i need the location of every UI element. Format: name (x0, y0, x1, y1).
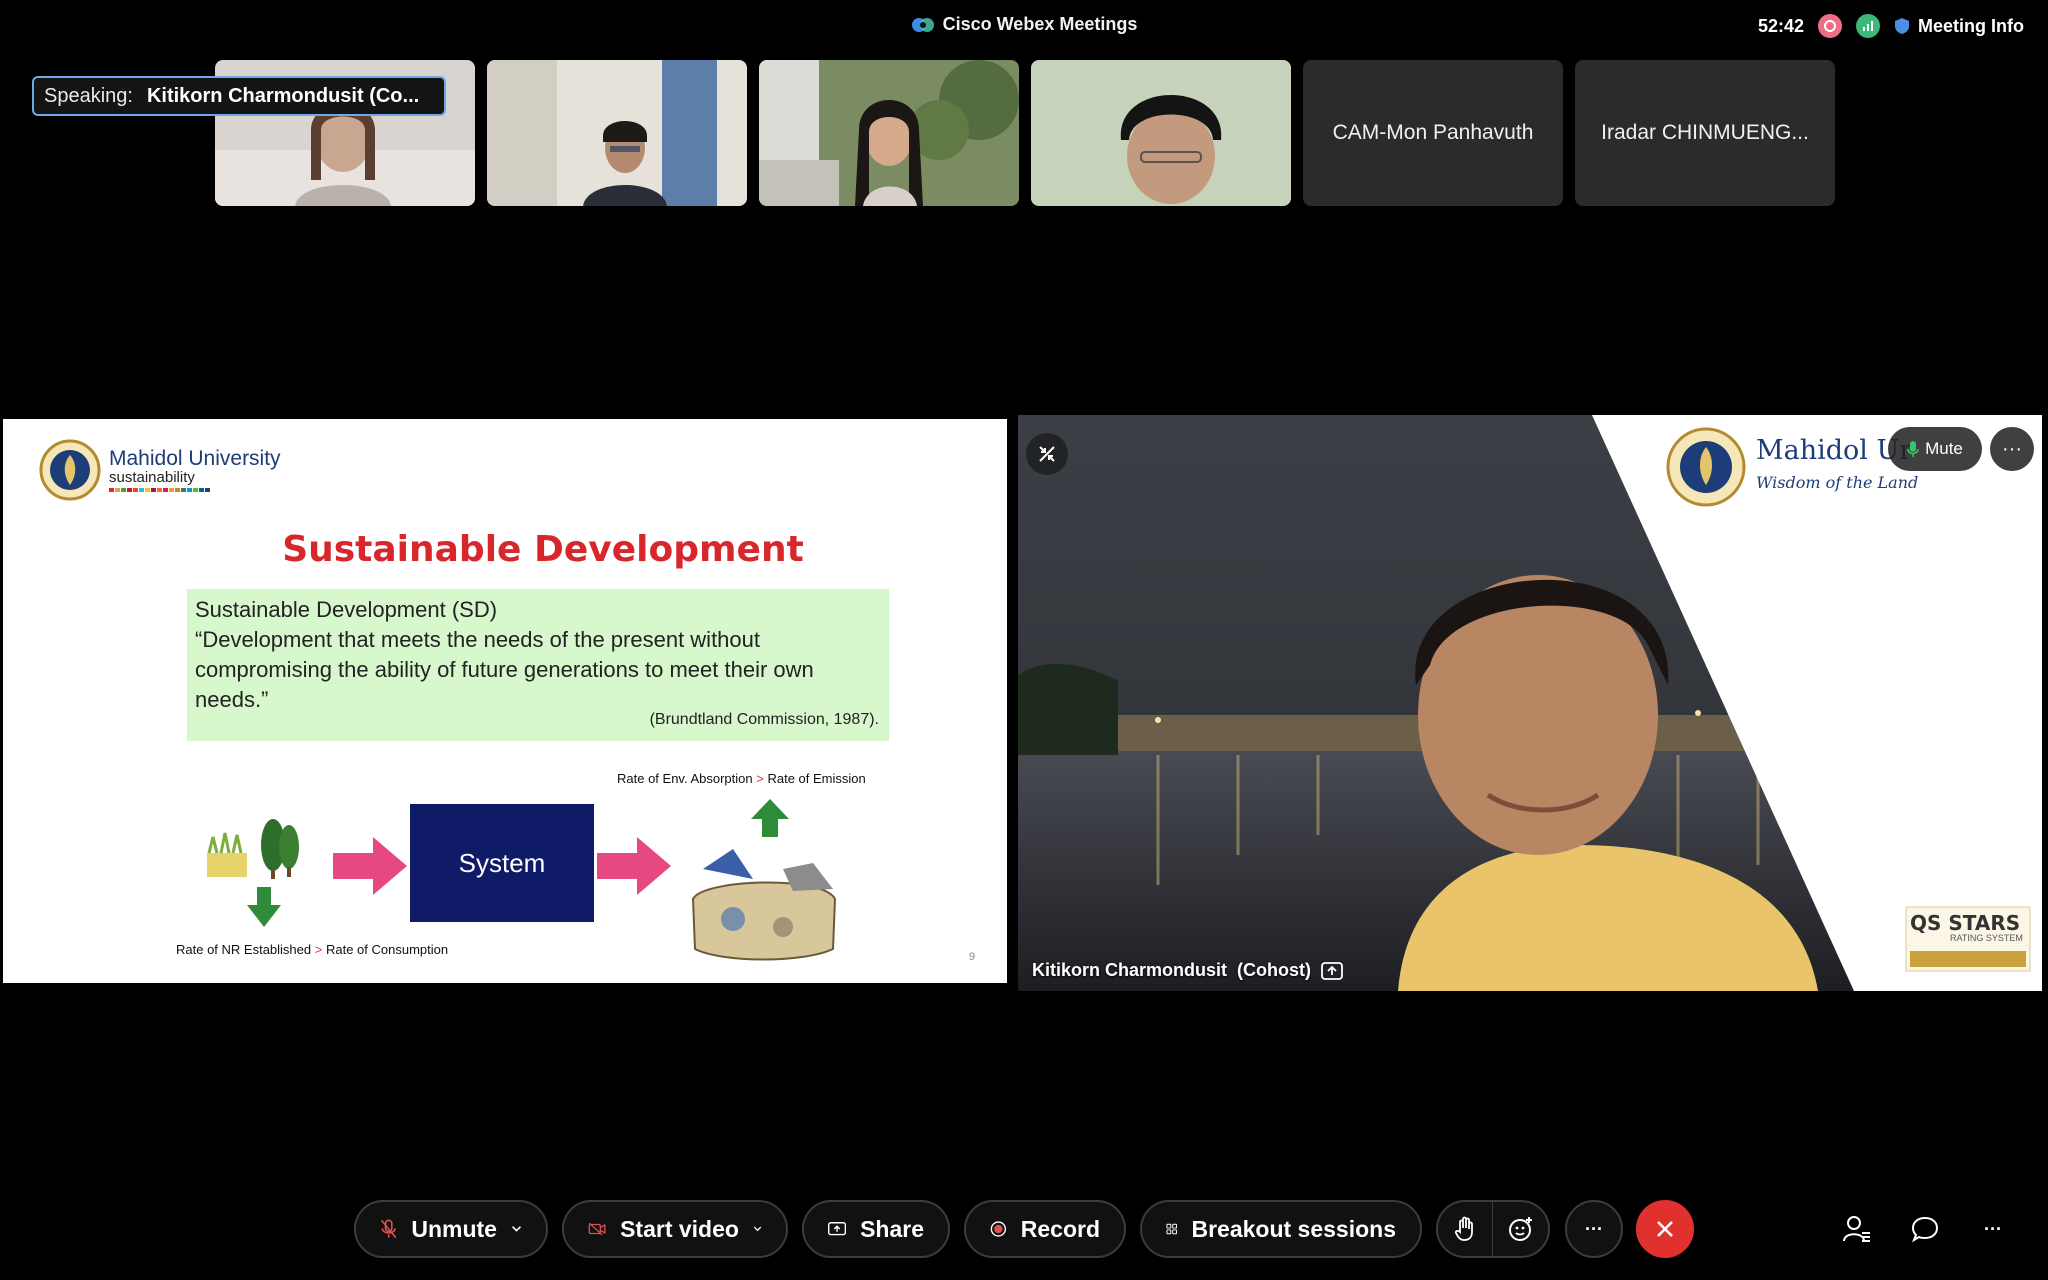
slide-page-number: 9 (968, 951, 975, 963)
participant-name: CAM-Mon Panhavuth (1332, 121, 1534, 144)
chevron-down-icon[interactable] (511, 1224, 522, 1234)
meeting-info-label: Meeting Info (1918, 15, 2024, 36)
participant-tile-5[interactable]: CAM-Mon Panhavuth (1303, 60, 1563, 206)
minimize-video-button[interactable] (1026, 433, 1068, 475)
collapse-arrows-icon (1039, 446, 1055, 462)
meeting-info-button[interactable]: Meeting Info (1894, 16, 2024, 37)
participant-tile-6[interactable]: Iradar CHINMUENG... (1575, 60, 1835, 206)
slide-logo-university: Mahidol University (109, 447, 281, 470)
close-icon (1657, 1221, 1673, 1237)
speaking-label: Speaking: (44, 84, 133, 107)
participant-video-thumb-4[interactable] (1031, 60, 1291, 206)
start-video-label: Start video (620, 1215, 739, 1242)
definition-quote: “Development that meets the needs of the… (195, 627, 814, 712)
app-title-text: Cisco Webex Meetings (942, 14, 1138, 34)
microphone-icon (1907, 441, 1919, 457)
slide-logo: Mahidol University sustainability (39, 439, 281, 501)
speaking-indicator: Speaking: Kitikorn Charmondusit (Co... (32, 76, 446, 116)
mute-label: Mute (1925, 439, 1963, 458)
recording-status-icon[interactable] (1818, 14, 1842, 38)
participants-icon (1843, 1216, 1870, 1242)
participant-video-image (487, 60, 747, 206)
breakout-grid-icon (1166, 1223, 1177, 1235)
microphone-muted-icon (380, 1219, 397, 1239)
raise-hand-icon (1454, 1216, 1473, 1241)
record-icon (990, 1221, 1007, 1237)
breakout-sessions-button[interactable]: Breakout sessions (1140, 1200, 1422, 1258)
qs-badge-title: QS STARS (1910, 911, 2021, 935)
record-button[interactable]: Record (964, 1200, 1126, 1258)
green-up-arrow-icon (751, 799, 789, 837)
shared-content-slide: Mahidol University sustainability Sustai… (3, 419, 1007, 983)
more-panels-button[interactable]: ··· (1976, 1212, 2010, 1246)
chevron-down-icon[interactable] (753, 1224, 762, 1234)
start-video-button[interactable]: Start video (562, 1200, 788, 1258)
sharing-screen-icon (1321, 961, 1343, 980)
reactions-group (1436, 1200, 1550, 1258)
bottom-rate-left: Rate of NR Established (176, 942, 312, 957)
raise-hand-button[interactable] (1438, 1202, 1494, 1256)
definition-citation: (Brundtland Commission, 1987). (649, 711, 879, 728)
more-dots-icon: ··· (2002, 437, 2022, 460)
top-rate-right: Rate of Emission (767, 771, 866, 786)
more-dots-icon: ··· (1585, 1218, 1603, 1239)
more-options-button[interactable]: ··· (1565, 1200, 1623, 1258)
webex-logo-icon (911, 18, 934, 32)
bottom-rate-sep: > (314, 942, 323, 957)
participant-name: Iradar CHINMUENG... (1601, 121, 1809, 144)
reactions-button[interactable] (1493, 1202, 1548, 1256)
slide-title: Sustainable Development (282, 529, 804, 570)
system-box: System (410, 804, 594, 922)
bottom-rate-right: Rate of Consumption (325, 942, 449, 957)
top-bar: Cisco Webex Meetings 52:42 Meeting Info (0, 0, 2048, 54)
participants-panel-button[interactable] (1840, 1212, 1874, 1246)
active-speaker-video[interactable]: Mahidol Ur Wisdom of the Land QS STARS R… (1018, 415, 2042, 991)
definition-heading: Sustainable Development (SD) (195, 597, 498, 622)
chat-panel-button[interactable] (1908, 1212, 1942, 1246)
meeting-control-bar: Unmute Start video Share Record Breakout… (0, 1200, 2048, 1264)
bottom-rate-label: Rate of NR Established > Rate of Consump… (176, 942, 448, 957)
record-label: Record (1020, 1215, 1100, 1242)
university-seal-icon (39, 439, 101, 501)
speaking-name: Kitikorn Charmondusit (Co... (146, 84, 420, 107)
share-screen-icon (828, 1222, 847, 1236)
pink-right-arrow-icon (333, 837, 407, 895)
pink-right-arrow-icon (597, 837, 671, 895)
shield-icon (1895, 18, 1909, 34)
waste-pollution-illustration (691, 849, 837, 961)
network-health-icon[interactable] (1856, 14, 1880, 38)
qs-badge-sub: RATING SYSTEM (1950, 933, 2023, 943)
top-rate-label: Rate of Env. Absorption > Rate of Emissi… (617, 771, 866, 786)
more-dots-icon: ··· (1984, 1218, 2002, 1239)
speaker-role: (Cohost) (1237, 960, 1311, 980)
green-down-arrow-icon (247, 887, 281, 927)
status-area: 52:42 Meeting Info (1758, 14, 2024, 38)
participant-video-image (759, 60, 1019, 206)
video-more-options-button[interactable]: ··· (1990, 427, 2034, 471)
camera-off-icon (588, 1222, 606, 1236)
app-title: Cisco Webex Meetings (0, 14, 2048, 35)
meeting-timer: 52:42 (1757, 15, 1804, 36)
chat-bubble-icon (1911, 1216, 1939, 1243)
slide-logo-sub: sustainability (109, 469, 195, 486)
sdg-color-bars (109, 488, 281, 492)
participant-video-thumb-3[interactable] (759, 60, 1019, 206)
top-rate-left: Rate of Env. Absorption (617, 771, 753, 786)
speaker-name-label: Kitikorn Charmondusit (Cohost) (1032, 960, 1343, 981)
speaker-video-image (1018, 415, 2042, 991)
leave-meeting-button[interactable] (1636, 1200, 1694, 1258)
breakout-label: Breakout sessions (1191, 1215, 1396, 1242)
mute-participant-button[interactable]: Mute (1888, 427, 1982, 471)
speaker-name: Kitikorn Charmondusit (1032, 960, 1228, 980)
share-button[interactable]: Share (802, 1200, 950, 1258)
unmute-label: Unmute (411, 1215, 497, 1242)
participant-video-image (1031, 60, 1291, 206)
unmute-button[interactable]: Unmute (354, 1200, 548, 1258)
backdrop-motto: Wisdom of the Land (1756, 473, 1919, 492)
top-rate-sep: > (756, 771, 764, 786)
emoji-add-icon (1508, 1217, 1532, 1241)
share-label: Share (860, 1215, 924, 1242)
definition-box: Sustainable Development (SD) “Developmen… (187, 589, 889, 741)
participant-video-thumb-2[interactable] (487, 60, 747, 206)
